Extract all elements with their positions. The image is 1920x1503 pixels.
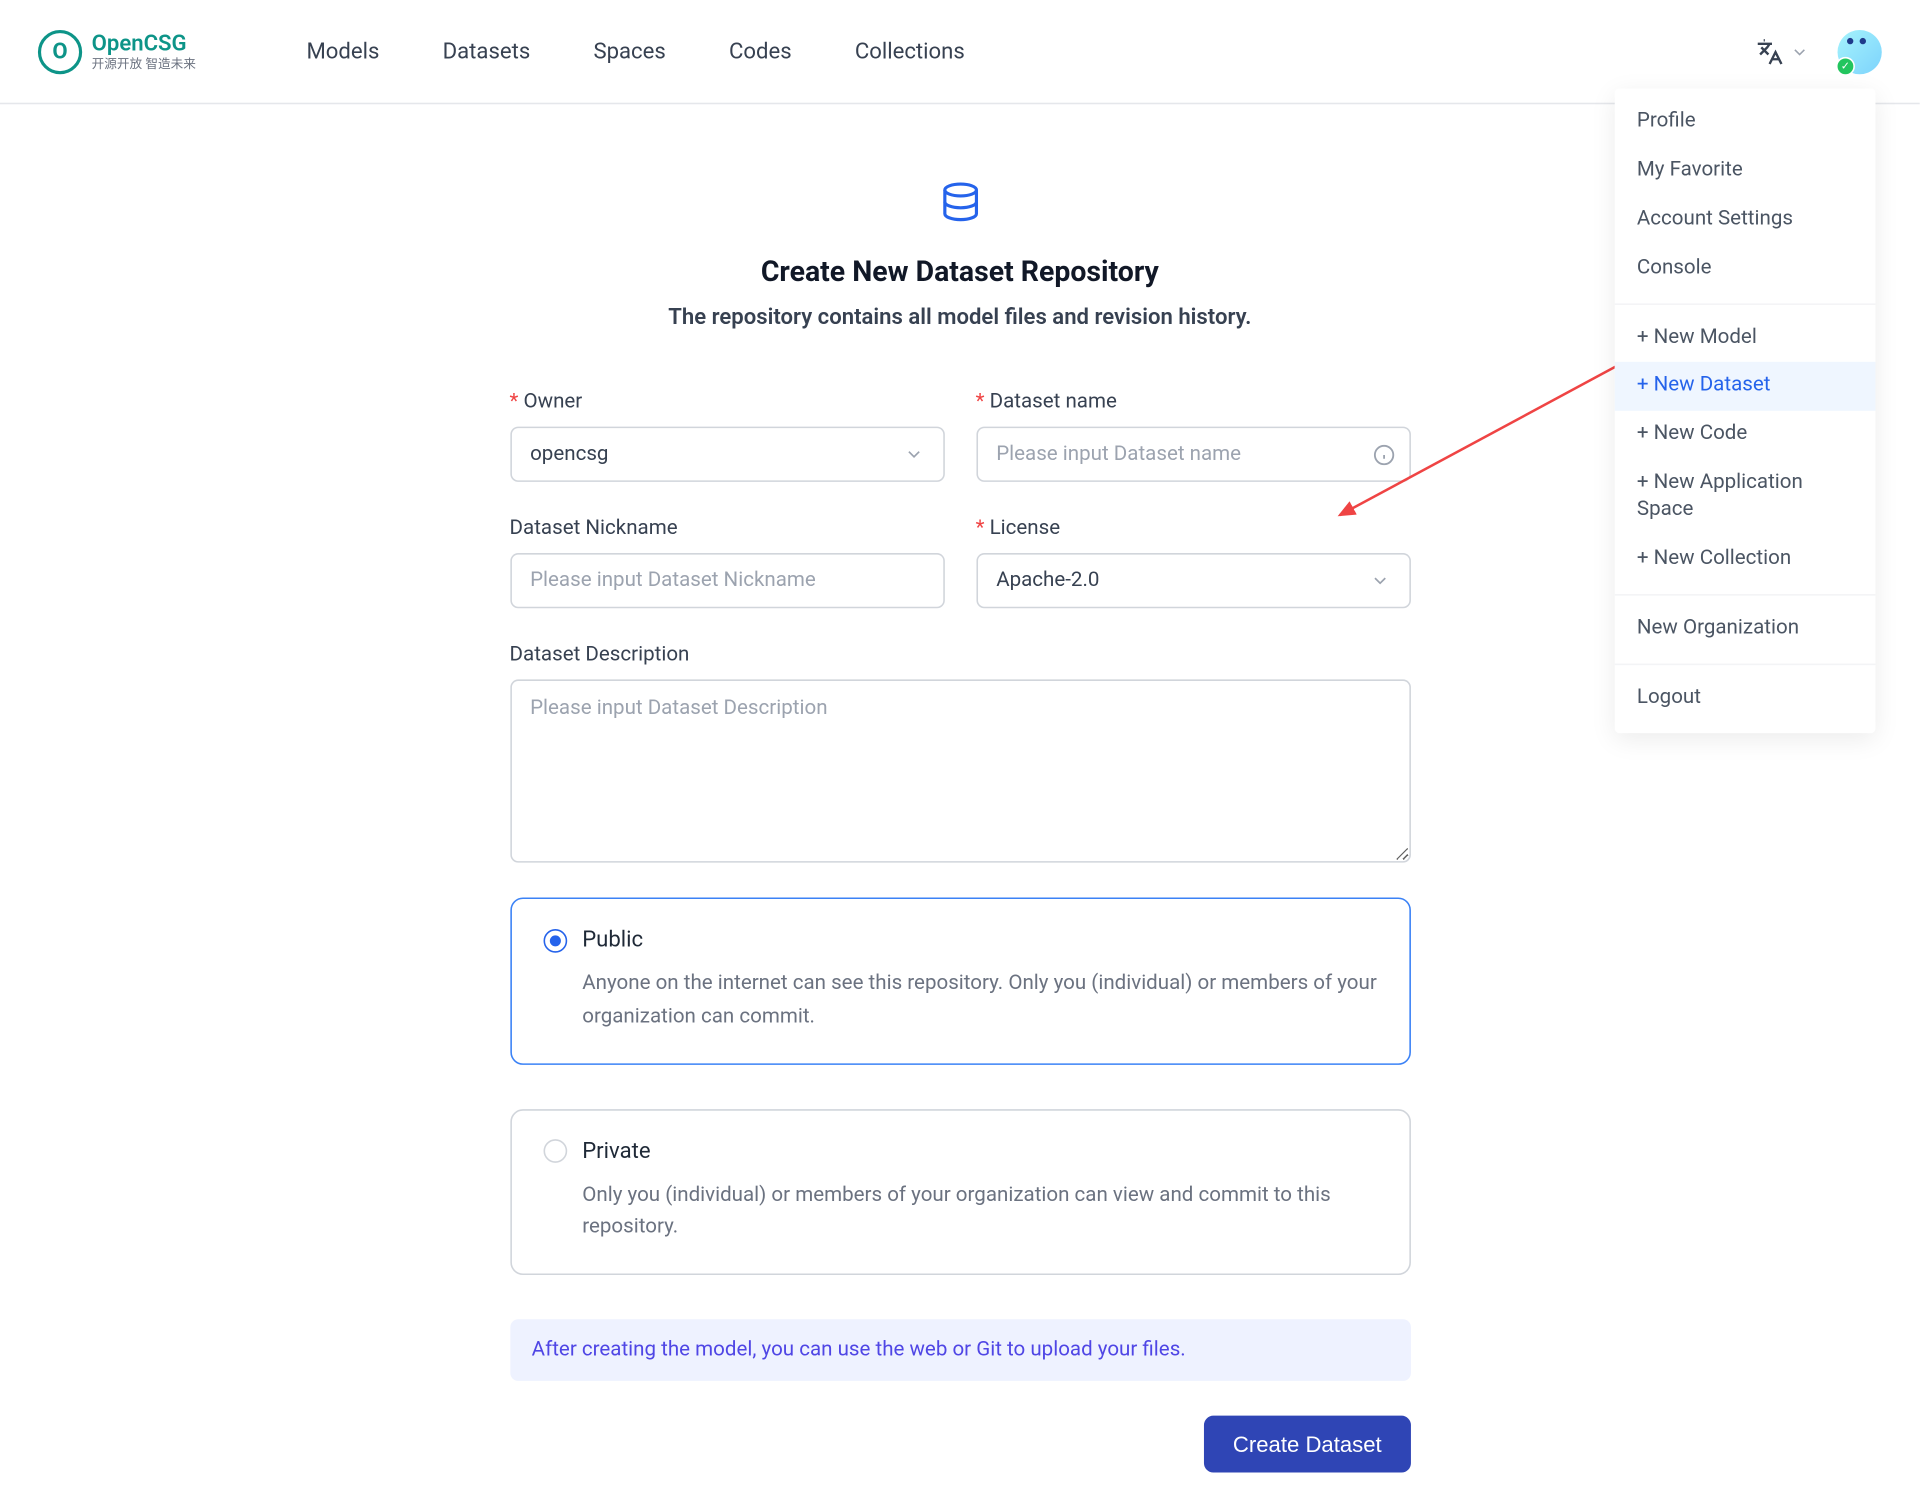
logo-mark-icon: O <box>38 29 82 73</box>
logo[interactable]: O OpenCSG 开源开放 智造未来 <box>38 29 196 73</box>
nav-link-datasets[interactable]: Datasets <box>443 39 531 64</box>
brand-name: OpenCSG <box>92 32 196 54</box>
private-desc: Only you (individual) or members of your… <box>582 1180 1377 1246</box>
nickname-input[interactable] <box>510 553 945 608</box>
nickname-label: Dataset Nickname <box>510 517 945 541</box>
create-dataset-button[interactable]: Create Dataset <box>1204 1416 1410 1473</box>
license-label: License <box>976 517 1411 541</box>
database-icon <box>936 180 983 227</box>
visibility-private-card[interactable]: Private Only you (individual) or members… <box>510 1109 1411 1276</box>
avatar[interactable]: ✓ <box>1838 29 1882 73</box>
page-subtitle: The repository contains all model files … <box>668 305 1251 330</box>
nav-link-collections[interactable]: Collections <box>855 39 965 64</box>
dataset-name-input[interactable] <box>976 427 1411 482</box>
page-title: Create New Dataset Repository <box>761 256 1159 289</box>
info-icon <box>1372 443 1394 465</box>
chevron-down-icon <box>1369 570 1390 591</box>
dropdown-logout[interactable]: Logout <box>1615 674 1876 723</box>
license-select[interactable]: Apache-2.0 <box>976 553 1411 608</box>
owner-select[interactable]: opencsg <box>510 427 945 482</box>
language-switcher[interactable] <box>1755 37 1809 65</box>
dropdown-console[interactable]: Console <box>1615 244 1876 293</box>
user-dropdown: Profile My Favorite Account Settings Con… <box>1615 88 1876 732</box>
public-label: Public <box>582 927 643 952</box>
owner-label: Owner <box>510 390 945 414</box>
owner-value: opencsg <box>530 442 608 466</box>
verified-badge-icon: ✓ <box>1836 56 1855 75</box>
chevron-down-icon <box>1790 42 1809 61</box>
nav-link-spaces[interactable]: Spaces <box>593 39 665 64</box>
radio-on-icon <box>543 928 567 952</box>
visibility-public-card[interactable]: Public Anyone on the internet can see th… <box>510 897 1411 1064</box>
translate-icon <box>1755 37 1783 65</box>
dropdown-profile[interactable]: Profile <box>1615 98 1876 147</box>
description-label: Dataset Description <box>510 643 1411 667</box>
nav-link-codes[interactable]: Codes <box>729 39 792 64</box>
dropdown-favorite[interactable]: My Favorite <box>1615 147 1876 196</box>
public-desc: Anyone on the internet can see this repo… <box>582 969 1377 1035</box>
brand-tagline: 开源开放 智造未来 <box>92 58 196 71</box>
info-banner: After creating the model, you can use th… <box>510 1320 1411 1382</box>
private-label: Private <box>582 1139 650 1164</box>
dropdown-new-code[interactable]: + New Code <box>1615 411 1876 460</box>
chevron-down-icon <box>903 444 924 465</box>
dataset-name-label: Dataset name <box>976 390 1411 414</box>
dropdown-new-org[interactable]: New Organization <box>1615 605 1876 654</box>
description-textarea[interactable] <box>510 679 1411 862</box>
radio-off-icon <box>543 1139 567 1163</box>
dropdown-new-dataset[interactable]: + New Dataset <box>1615 363 1876 412</box>
dropdown-new-model[interactable]: + New Model <box>1615 314 1876 363</box>
dropdown-new-collection[interactable]: + New Collection <box>1615 536 1876 585</box>
nav-links: Models Datasets Spaces Codes Collections <box>306 39 964 64</box>
nav-link-models[interactable]: Models <box>306 39 379 64</box>
license-value: Apache-2.0 <box>996 569 1099 593</box>
dropdown-settings[interactable]: Account Settings <box>1615 196 1876 245</box>
dropdown-new-space[interactable]: + New Application Space <box>1615 460 1876 535</box>
